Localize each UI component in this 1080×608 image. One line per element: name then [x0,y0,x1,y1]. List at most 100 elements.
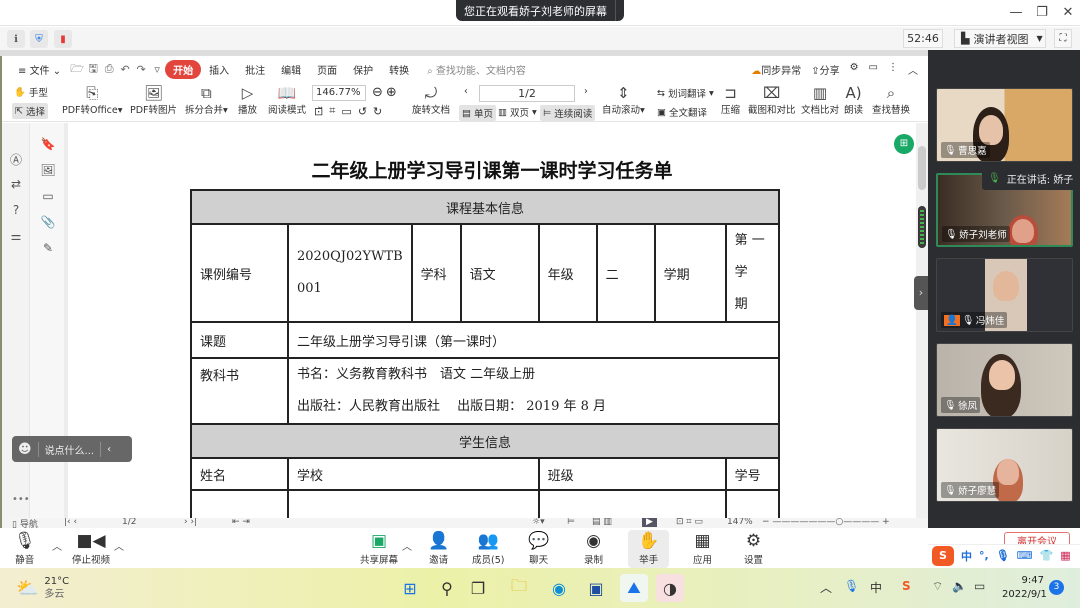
view-mode-dropdown[interactable]: ▙ 演讲者视图 ▼ [954,29,1046,48]
zoom-select[interactable]: 146.77% ⌄ [312,85,366,112]
chat-placeholder[interactable]: 说点什么... [37,441,102,457]
tray-overflow-icon[interactable]: ︿ [820,579,832,596]
wifi-icon[interactable]: ⌔ [932,579,943,594]
full-translate-button[interactable]: ▣ 全文翻译 [657,105,707,120]
record-button[interactable]: ◉ 录制 [584,530,603,566]
share-button[interactable]: ⇪分享 [811,62,839,77]
more-icon[interactable]: ••• [12,494,30,505]
table-tool-icon[interactable]: ⊞ [894,134,914,154]
tab-annotate[interactable]: 批注 [237,62,273,77]
edge-icon[interactable]: ◉ [545,574,573,602]
invite-button[interactable]: 👤 邀请 [428,530,449,566]
zoom-out-icon[interactable]: ⊖ [372,85,383,100]
zoom-in-icon[interactable]: ⊕ [386,85,397,100]
fit-width-icon[interactable]: ▭ [341,105,351,118]
search-icon[interactable]: ⚲ [433,574,461,602]
file-explorer-icon[interactable]: 🗀 [505,574,533,602]
store-icon[interactable]: ▣ [582,574,610,602]
battery-icon[interactable]: ▭ [974,579,985,593]
video-tile[interactable]: 🎙 徐凤 [936,343,1073,417]
chat-button[interactable]: 💬 聊天 [528,530,549,566]
skin-icon[interactable]: 👕 [1040,549,1054,562]
notification-badge[interactable]: 3 [1049,580,1064,595]
signal-icon[interactable]: ▮ [54,30,72,48]
list-icon[interactable]: ☰ [615,0,642,21]
redo-icon[interactable]: ↷ [133,63,149,76]
split-merge-button[interactable]: ⧉ 拆分合并▾ [185,84,228,116]
minimize-button[interactable]: — [1006,4,1026,22]
weather-widget[interactable]: ⛅ 21°C 多云 [16,575,69,601]
rotate-left-icon[interactable]: ↺ [358,105,367,118]
first-page-icon[interactable]: |‹ ‹ [64,518,77,527]
share-options-caret[interactable]: ︿ [402,538,412,553]
comment-icon[interactable]: ▭ [38,189,58,207]
continuous-icon[interactable]: ⊨ [567,518,575,527]
attachment-icon[interactable]: 📎 [38,215,58,233]
prev-page-button[interactable]: ‹ [464,86,468,97]
print-icon[interactable]: ⎙ [101,62,117,76]
sogou-tray-icon[interactable]: S [902,579,911,593]
expand-panel-button[interactable]: › [914,276,928,310]
play-icon[interactable]: ▶ [642,518,657,527]
compress-button[interactable]: ⊐ 压缩 [721,84,740,116]
undo-icon[interactable]: ↶ [117,63,133,76]
fullscreen-icon[interactable]: ⛶ [1054,29,1072,48]
video-options-caret[interactable]: ︿ [114,538,124,553]
page-view-icons[interactable]: ▤ ▥ [592,518,612,527]
scrollbar-thumb[interactable] [918,146,926,190]
pdf-to-office-button[interactable]: ⎘ PDF转Office▾ [62,84,123,116]
auto-scroll-button[interactable]: ⇕ 自动滚动▾ [602,84,645,116]
double-page-button[interactable]: ▥ 双页 ▾ [498,105,537,120]
chat-input-bubble[interactable]: ☻ 说点什么... ‹ [12,436,132,462]
fit-icons[interactable]: ⊡ ⌗ ▭ [676,518,703,527]
back-icon[interactable]: ⇤ ⇥ [232,518,250,527]
mute-button[interactable]: 🎙 静音 [14,530,36,566]
read-aloud-button[interactable]: A) 朗读 [844,84,863,116]
meeting-app-icon[interactable]: ⛰ [620,574,648,602]
tab-insert[interactable]: 插入 [201,62,237,77]
settings-button[interactable]: ⚙ 设置 [744,530,763,566]
volume-icon[interactable]: 🔈 [952,579,967,593]
adjust-icon[interactable]: ⚌ [6,229,26,247]
more-icon[interactable]: ▿ [149,63,165,76]
tab-start[interactable]: 开始 [165,59,202,79]
collapse-chat-icon[interactable]: ‹ [101,444,117,455]
apps-button[interactable]: ▦ 应用 [693,530,712,566]
shield-icon[interactable]: ⛨ [30,30,48,48]
help-icon[interactable]: ? [6,203,26,221]
share-screen-button[interactable]: ▣ 共享屏幕 [360,530,398,566]
system-clock[interactable]: 9:47 2022/9/1 [1002,574,1047,602]
more-vert-icon[interactable]: ⋮ [888,62,898,77]
rotate-right-icon[interactable]: ↻ [373,105,382,118]
tab-page[interactable]: 页面 [309,62,345,77]
emoji-icon[interactable]: ☻ [12,442,38,457]
ocr-icon[interactable]: Ⓐ [6,151,26,169]
audio-options-caret[interactable]: ︿ [52,538,62,553]
video-tile[interactable]: 👤 🎙 冯炜佳 [936,258,1073,332]
ime-language[interactable]: 中 [961,548,972,564]
select-tool[interactable]: ⇱ 选择 [12,103,48,119]
actual-size-icon[interactable]: ⊡ [314,105,323,118]
last-page-icon[interactable]: › ›| [184,518,197,527]
video-tile[interactable]: 🎙 娇子廖慧 [936,428,1073,502]
brightness-icon[interactable]: ☼▾ [532,518,545,527]
save-icon[interactable]: 🖫 [85,60,101,79]
file-menu[interactable]: ≡ 文件 ⌄ [10,62,69,77]
play-button[interactable]: ▷ 播放 [238,84,257,116]
browser-app-icon[interactable]: ◑ [656,574,684,602]
ime-punctuation[interactable]: °, [979,549,989,562]
video-tile[interactable]: 🎙 曹思嘉 [936,88,1073,162]
tab-protect[interactable]: 保护 [345,62,381,77]
search-input[interactable]: ⌕ 查找功能、文档内容 [427,62,526,77]
settings-icon[interactable]: ⚙ [850,62,859,77]
hand-tool[interactable]: ✋ 手型 [14,85,48,100]
stop-video-button[interactable]: ■◀ 停止视频 [72,530,110,566]
toolbox-icon[interactable]: ▦ [1060,549,1070,562]
status-zoom[interactable]: 147% [727,518,753,527]
zoom-slider[interactable]: − ———————○———— + [762,518,890,527]
page-input[interactable]: 1/2 [479,85,575,102]
single-page-button[interactable]: ▤ 单页 [459,105,496,121]
task-view-icon[interactable]: ❐ [464,574,492,602]
read-mode-button[interactable]: 📖 阅读模式 [268,84,306,116]
members-button[interactable]: 👥 成员(5) [472,530,504,566]
